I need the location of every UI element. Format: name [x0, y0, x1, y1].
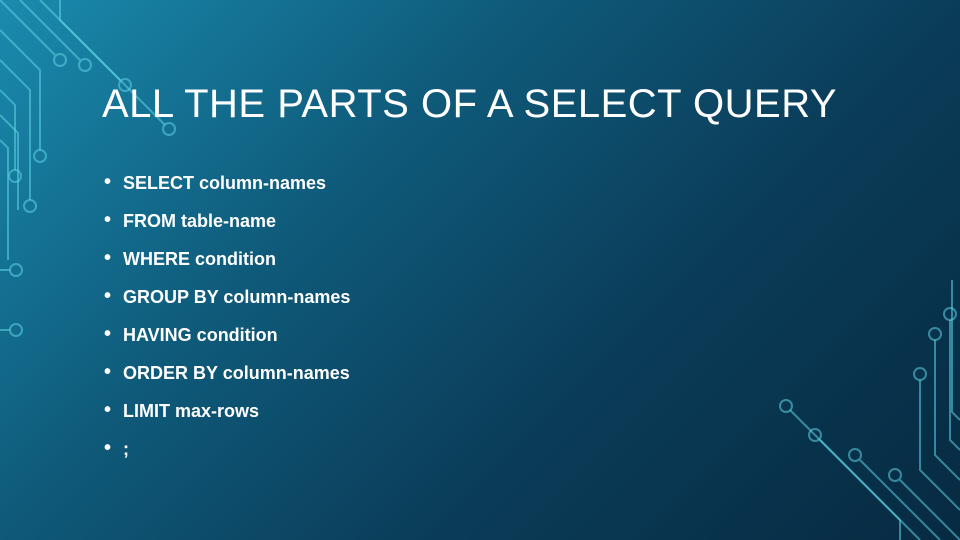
circuit-decoration-bottom-right	[660, 280, 960, 540]
bullet-text: SELECT column-names	[123, 172, 326, 194]
bullet-text: FROM table-name	[123, 210, 276, 232]
circuit-decoration-left	[0, 260, 40, 460]
list-item: • HAVING condition	[104, 324, 350, 346]
bullet-icon: •	[104, 400, 111, 420]
bullet-text: GROUP BY column-names	[123, 286, 350, 308]
bullet-text: ;	[123, 438, 129, 460]
list-item: • FROM table-name	[104, 210, 350, 232]
bullet-icon: •	[104, 286, 111, 306]
list-item: • SELECT column-names	[104, 172, 350, 194]
bullet-text: ORDER BY column-names	[123, 362, 350, 384]
bullet-icon: •	[104, 172, 111, 192]
slide: ALL THE PARTS OF A SELECT QUERY • SELECT…	[0, 0, 960, 540]
list-item: • ;	[104, 438, 350, 460]
bullet-icon: •	[104, 362, 111, 382]
bullet-text: LIMIT max-rows	[123, 400, 259, 422]
list-item: • ORDER BY column-names	[104, 362, 350, 384]
bullet-text: HAVING condition	[123, 324, 278, 346]
list-item: • WHERE condition	[104, 248, 350, 270]
slide-title: ALL THE PARTS OF A SELECT QUERY	[102, 82, 837, 127]
list-item: • LIMIT max-rows	[104, 400, 350, 422]
bullet-icon: •	[104, 210, 111, 230]
bullet-list: • SELECT column-names • FROM table-name …	[104, 172, 350, 476]
bullet-icon: •	[104, 324, 111, 344]
bullet-icon: •	[104, 248, 111, 268]
list-item: • GROUP BY column-names	[104, 286, 350, 308]
bullet-text: WHERE condition	[123, 248, 276, 270]
bullet-icon: •	[104, 438, 111, 458]
